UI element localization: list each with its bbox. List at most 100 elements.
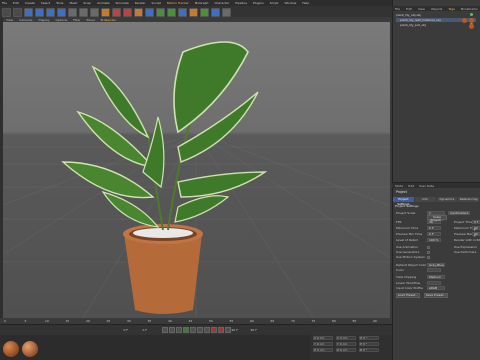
go-to-start-icon[interactable] — [161, 327, 168, 333]
subdivision-icon[interactable] — [167, 7, 176, 17]
material-pot-swatch[interactable] — [3, 341, 19, 357]
checkbox[interactable] — [427, 250, 430, 254]
material-tag-icon[interactable] — [462, 18, 467, 23]
object-menu-view[interactable]: View — [418, 7, 425, 11]
undo-icon[interactable] — [2, 7, 11, 17]
z-axis-icon[interactable] — [90, 7, 99, 17]
scale-project-button[interactable]: Scale Project... — [427, 215, 447, 222]
object-row[interactable]: plant_lily_obj.obj — [396, 13, 476, 17]
field-value[interactable]: 0 F — [472, 220, 480, 224]
coordinate-field[interactable]: Z 0 cm — [313, 348, 333, 352]
checkbox[interactable] — [427, 255, 430, 259]
coordinate-system-icon[interactable] — [101, 7, 110, 17]
menu-pipeline[interactable]: Pipeline — [235, 1, 247, 5]
live-selection-icon[interactable] — [24, 7, 33, 17]
perspective-viewport[interactable] — [3, 22, 390, 318]
coordinate-field[interactable]: Z 0 cm — [336, 348, 356, 352]
timeline-end2-field[interactable]: 90 F — [251, 328, 269, 332]
tab-dynamics[interactable]: Dynamics — [436, 197, 458, 202]
unit-dropdown[interactable]: Centimeters — [448, 211, 470, 215]
object-menu-tags[interactable]: Tags — [448, 7, 455, 11]
menu-mograph[interactable]: MoGraph — [195, 1, 209, 5]
array-icon[interactable] — [178, 7, 187, 17]
prev-frame-icon[interactable] — [175, 327, 182, 333]
field-value[interactable]: 100 % — [427, 238, 441, 242]
coordinate-field[interactable]: X 0 cm — [336, 336, 356, 340]
next-frame-icon[interactable] — [189, 327, 196, 333]
viewport-menu-cameras[interactable]: Cameras — [19, 18, 32, 22]
object-menu-file[interactable]: File — [395, 7, 400, 11]
viewport-menu-panel[interactable]: Panel — [87, 18, 95, 22]
viewport-menu-view[interactable]: View — [6, 18, 13, 22]
viewport-menu-display[interactable]: Display — [38, 18, 49, 22]
menu-sculpt[interactable]: Sculpt — [151, 1, 160, 5]
object-menu-edit[interactable]: Edit — [406, 7, 412, 11]
menu-script[interactable]: Script — [270, 1, 279, 5]
object-row[interactable]: plant_lily_pot_obj — [396, 23, 476, 27]
timeline-start-field[interactable]: 0 F — [124, 328, 142, 332]
y-axis-icon[interactable] — [79, 7, 88, 17]
attribute-menu-mode[interactable]: Mode — [395, 184, 403, 188]
field-value[interactable]: 0 F — [427, 226, 441, 230]
render-settings-icon[interactable] — [134, 7, 143, 17]
save-preset-button[interactable]: Save Preset... — [424, 293, 448, 298]
scale-icon[interactable] — [46, 7, 55, 17]
field-value[interactable]: sRGB — [427, 286, 445, 290]
tab-project-settings[interactable]: Project Settings — [393, 197, 414, 206]
attribute-menu-user-data[interactable]: User Data — [419, 184, 434, 188]
timeline-current-field[interactable]: 0 F — [143, 328, 161, 332]
coordinate-field[interactable]: P 0 ° — [359, 342, 379, 346]
checkbox[interactable] — [427, 245, 430, 249]
load-preset-button[interactable]: Load Preset... — [396, 293, 420, 298]
coordinate-field[interactable]: H 0 ° — [359, 336, 379, 340]
field-value[interactable] — [427, 268, 441, 272]
visibility-icon[interactable] — [470, 13, 473, 16]
menu-plugins[interactable]: Plugins — [253, 1, 264, 5]
object-menu-objects[interactable]: Objects — [431, 7, 442, 11]
viewport-menu-options[interactable]: Options — [56, 18, 68, 22]
coordinate-field[interactable]: X 0 cm — [313, 336, 333, 340]
field-value[interactable] — [427, 281, 441, 285]
menu-file[interactable]: File — [2, 1, 7, 5]
menu-select[interactable]: Select — [41, 1, 50, 5]
menu-snap[interactable]: Snap — [83, 1, 91, 5]
redo-icon[interactable] — [13, 7, 22, 17]
cube-icon[interactable] — [145, 7, 154, 17]
light-icon[interactable] — [222, 7, 231, 17]
coordinate-field[interactable]: B 0 ° — [359, 348, 379, 352]
keyframe-selection-icon[interactable] — [224, 327, 231, 333]
viewport-menu-prorender[interactable]: ProRender — [101, 18, 116, 22]
next-key-icon[interactable] — [196, 327, 203, 333]
timeline-ruler[interactable]: 0 5 10 15 20 25 30 35 40 45 50 55 60 65 70 75 80 85 90 — [0, 318, 392, 325]
material-tag-icon[interactable] — [469, 24, 474, 29]
menu-mesh[interactable]: Mesh — [69, 1, 77, 5]
coordinate-field[interactable]: Y 0 cm — [313, 342, 333, 346]
field-value[interactable]: 0 F — [427, 232, 441, 236]
field-value[interactable]: 90 F — [472, 226, 480, 232]
menu-tools[interactable]: Tools — [56, 1, 63, 5]
field-value[interactable]: Medium — [427, 275, 445, 279]
pen-icon[interactable] — [156, 7, 165, 17]
menu-render[interactable]: Render — [135, 1, 146, 5]
attribute-menu-edit[interactable]: Edit — [408, 184, 414, 188]
record-icon[interactable] — [210, 327, 217, 333]
rotate-icon[interactable] — [57, 7, 66, 17]
play-icon[interactable] — [182, 327, 189, 333]
field-value[interactable]: 90 F — [472, 232, 480, 238]
render-picture-viewer-icon[interactable] — [123, 7, 132, 17]
deformer-icon[interactable] — [189, 7, 198, 17]
autokey-icon[interactable] — [217, 327, 224, 333]
material-leaf-swatch[interactable] — [22, 341, 38, 357]
menu-motion-tracker[interactable]: Motion Tracker — [167, 1, 189, 5]
viewport-menu-filter[interactable]: Filter — [73, 18, 80, 22]
menu-character[interactable]: Character — [214, 1, 229, 5]
tab-referencing[interactable]: Referencing — [458, 197, 479, 202]
timeline-end-field[interactable]: 90 F — [232, 328, 250, 332]
menu-edit[interactable]: Edit — [13, 1, 19, 5]
object-menu-bookmarks[interactable]: Bookmarks — [461, 7, 478, 11]
prev-key-icon[interactable] — [168, 327, 175, 333]
coordinate-field[interactable]: Y 0 cm — [336, 342, 356, 346]
tab-info[interactable]: Info — [414, 197, 436, 202]
x-axis-icon[interactable] — [68, 7, 77, 17]
menu-help[interactable]: Help — [302, 1, 309, 5]
